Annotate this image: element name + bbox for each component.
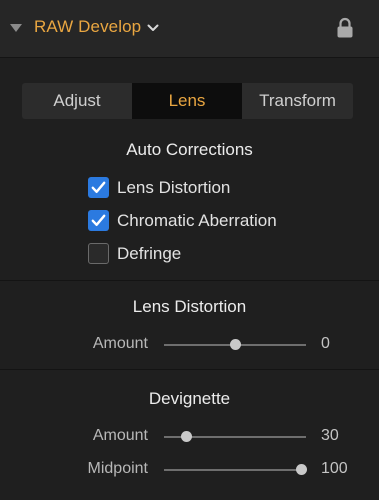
defringe-checkbox[interactable]: [88, 243, 109, 264]
slider-value: 0: [321, 335, 330, 352]
section-divider: [0, 369, 379, 370]
lens-distortion-amount-slider-row: Amount 0: [0, 333, 379, 357]
slider-thumb[interactable]: [229, 339, 241, 350]
defringe-label: Defringe: [117, 243, 182, 263]
auto-corrections-title: Auto Corrections: [126, 140, 253, 159]
checkmark-icon: [91, 214, 106, 226]
tab-adjust[interactable]: Adjust: [22, 83, 132, 119]
slider-value: 100: [321, 460, 348, 477]
chromatic-aberration-checkbox[interactable]: [88, 210, 109, 231]
panel-title: RAW Develop: [34, 17, 142, 36]
devignette-section-title: Devignette: [148, 389, 231, 408]
devignette-amount-slider-row: Amount 30: [0, 425, 379, 449]
lens-distortion-checkbox[interactable]: [88, 177, 109, 198]
section-divider: [0, 280, 379, 281]
chromatic-aberration-label: Chromatic Aberration: [117, 210, 277, 230]
lock-icon[interactable]: [336, 17, 354, 39]
lens-tab-bar: Adjust Lens Transform: [22, 83, 353, 119]
panel-title-dropdown[interactable]: RAW Develop: [34, 17, 159, 37]
panel-header: RAW Develop: [0, 0, 379, 58]
chevron-down-icon: [147, 19, 159, 37]
devignette-midpoint-slider-row: Midpoint 100: [0, 458, 379, 482]
slider-label: Amount: [92, 427, 148, 444]
lens-distortion-label: Lens Distortion: [117, 177, 231, 197]
lens-distortion-amount-slider[interactable]: [164, 339, 306, 350]
lens-distortion-section-title: Lens Distortion: [132, 297, 247, 316]
raw-develop-panel: RAW Develop Adjust Lens Transform Auto C…: [0, 0, 379, 500]
defringe-checkbox-row[interactable]: Defringe: [88, 243, 181, 264]
tab-transform[interactable]: Transform: [242, 83, 353, 119]
slider-thumb[interactable]: [296, 464, 308, 475]
tab-lens[interactable]: Lens: [132, 83, 242, 119]
slider-thumb[interactable]: [181, 431, 193, 442]
lens-distortion-checkbox-row[interactable]: Lens Distortion: [88, 177, 230, 198]
devignette-amount-slider[interactable]: [164, 431, 306, 442]
checkmark-icon: [91, 181, 106, 193]
slider-value: 30: [321, 427, 339, 444]
chromatic-aberration-checkbox-row[interactable]: Chromatic Aberration: [88, 210, 277, 231]
slider-label: Amount: [92, 335, 148, 352]
devignette-midpoint-slider[interactable]: [164, 464, 308, 475]
disclosure-triangle-icon[interactable]: [9, 22, 23, 34]
slider-label: Midpoint: [87, 460, 148, 477]
